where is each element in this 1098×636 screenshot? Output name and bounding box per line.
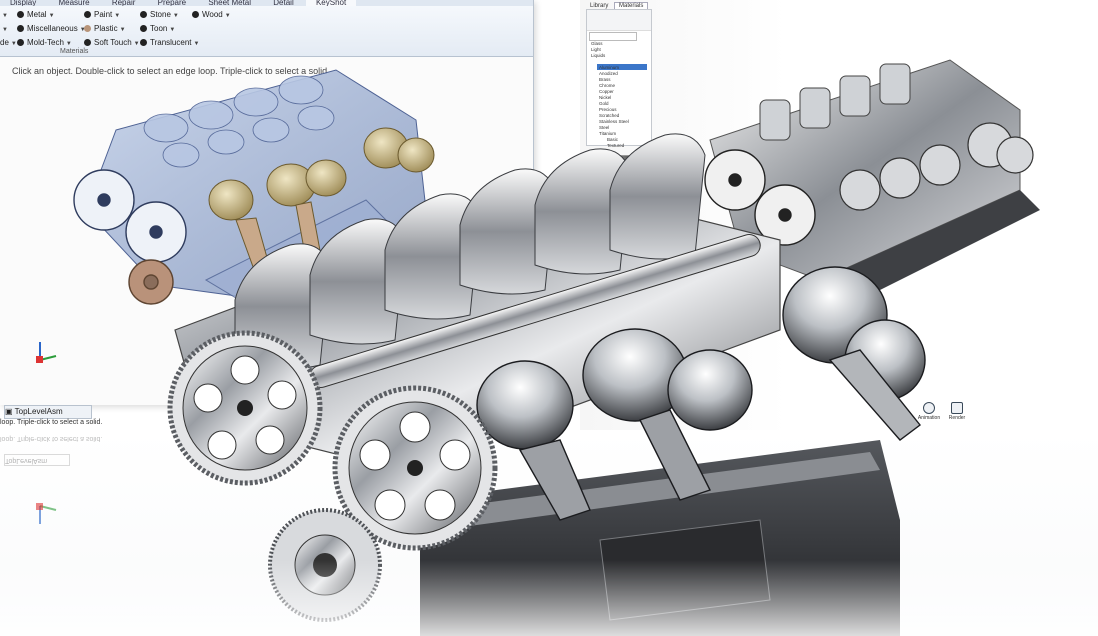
material-stone[interactable]: Stone ▼ (140, 10, 179, 21)
dropdown-arrow-icon: ▼ (224, 13, 231, 19)
status-bar: loop. Triple-click to select a solid. (0, 419, 103, 426)
material-translucent[interactable]: Translucent ▼ (140, 38, 199, 49)
material-swatch-icon (17, 25, 24, 32)
search-input[interactable] (589, 32, 637, 41)
material-metal[interactable]: Metal ▼ (17, 10, 55, 21)
material-partial-3[interactable]: de ▼ (0, 38, 17, 49)
dropdown-arrow-icon: ▼ (193, 41, 200, 47)
materials-ribbon: ▼ ▼ de ▼ Metal ▼ Miscellaneous ▼ Mold-Tech ▼… (0, 6, 533, 57)
document-tab[interactable]: ▣ TopLevelAsm (4, 405, 92, 419)
document-icon: ▣ (5, 407, 13, 416)
dropdown-arrow-icon: ▼ (169, 27, 176, 33)
material-partial-2[interactable]: ▼ (0, 24, 8, 35)
material-preview-thumbnail[interactable] (588, 155, 630, 201)
dropdown-arrow-icon: ▼ (2, 27, 8, 33)
material-swatch-icon (84, 11, 91, 18)
material-swatch-icon (84, 39, 91, 46)
dropdown-arrow-icon: ▼ (48, 13, 55, 19)
material-wood[interactable]: Wood ▼ (192, 10, 231, 21)
dropdown-arrow-icon: ▼ (10, 41, 17, 47)
reflected-status-bar: loop. Triple-click to select a solid. (0, 435, 103, 442)
material-swatch-icon (17, 11, 24, 18)
tree-item[interactable]: Textured (607, 143, 624, 149)
ribbon-group-label: Materials (60, 48, 89, 55)
material-paint[interactable]: Paint ▼ (84, 10, 120, 21)
animation-icon (923, 402, 935, 414)
render-viewport[interactable] (700, 50, 1060, 310)
dropdown-arrow-icon: ▼ (172, 13, 179, 19)
axis-triad-icon (36, 342, 57, 363)
render-button[interactable]: Render (945, 402, 969, 421)
dropdown-arrow-icon: ▼ (2, 13, 8, 19)
floor-reflection: loop. Triple-click to select a solid. To… (0, 430, 1098, 636)
spaceclaim-window: Display Measure Repair Prepare Sheet Met… (0, 0, 534, 405)
material-partial-1[interactable]: ▼ (0, 10, 8, 21)
keyshot-window: Library Materials Glass Light Liquids Me… (580, 0, 1098, 430)
library-panel-tabs: Library Materials (586, 2, 650, 10)
reflected-document-tab: TopLevelAsm (4, 454, 70, 466)
dropdown-arrow-icon: ▼ (119, 27, 126, 33)
material-swatch-icon (140, 11, 147, 18)
material-swatch-icon (140, 39, 147, 46)
reflected-axis-triad-icon (36, 503, 57, 524)
material-swatch-icon (17, 39, 24, 46)
dropdown-arrow-icon: ▼ (133, 41, 140, 47)
panel-toolbar (587, 10, 651, 31)
material-swatch-icon (192, 11, 199, 18)
material-plastic[interactable]: Plastic ▼ (84, 24, 126, 35)
material-swatch-icon (84, 25, 91, 32)
materials-panel: Glass Light Liquids Metal Aluminum Anodi… (586, 9, 652, 149)
material-soft-touch[interactable]: Soft Touch ▼ (84, 38, 140, 49)
animation-button[interactable]: Animation (917, 402, 941, 421)
dropdown-arrow-icon: ▼ (65, 41, 72, 47)
material-toon[interactable]: Toon ▼ (140, 24, 175, 35)
dropdown-arrow-icon: ▼ (114, 13, 121, 19)
material-swatch-icon (140, 25, 147, 32)
design-viewport[interactable] (6, 60, 528, 392)
material-miscellaneous[interactable]: Miscellaneous ▼ (17, 24, 86, 35)
render-icon (951, 402, 963, 414)
